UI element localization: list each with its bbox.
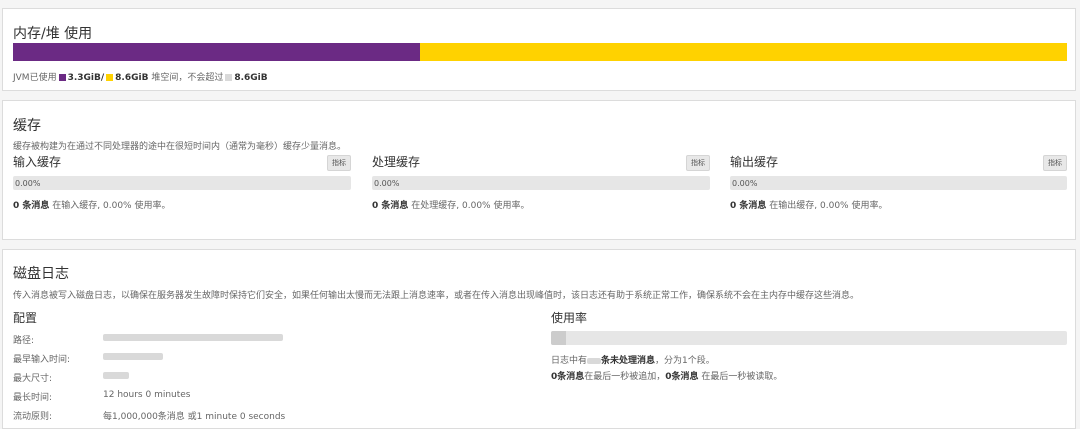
process-cache-bar: 0.00% xyxy=(372,176,710,190)
process-cache-percent: 0.00% xyxy=(374,179,400,188)
process-cache-desc: 在处理缓存, 0.00% 使用率。 xyxy=(411,201,530,211)
journal-usage-line1: 日志中有 条未处理消息，分为1个段。 xyxy=(551,353,715,366)
input-cache-count: 0 条消息 xyxy=(13,201,50,211)
journal-usage-title: 使用率 xyxy=(551,311,588,325)
config-maxsize-value xyxy=(103,371,129,381)
config-flush-value: 每1,000,000条消息 或1 minute 0 seconds xyxy=(103,412,286,422)
cache-title: 缓存 xyxy=(13,118,41,134)
journal-title: 磁盘日志 xyxy=(13,266,69,282)
heap-bar xyxy=(13,43,1067,61)
journal-description: 传入消息被写入磁盘日志，以确保在服务器发生故障时保持它们安全，如果任何输出太慢而… xyxy=(13,291,860,301)
process-cache-metrics-button[interactable]: 指标 xyxy=(686,155,710,171)
output-cache-desc: 在输出缓存, 0.00% 使用率。 xyxy=(769,201,888,211)
redacted-path xyxy=(103,334,283,341)
redacted-count xyxy=(587,357,602,364)
legend-prefix: JVM已使用 xyxy=(13,73,57,83)
input-cache-metrics-button[interactable]: 指标 xyxy=(327,155,351,171)
output-cache-status: 0 条消息 在输出缓存, 0.00% 使用率。 xyxy=(730,198,887,211)
input-cache-percent: 0.00% xyxy=(15,179,41,188)
output-cache-percent: 0.00% xyxy=(732,179,758,188)
usage-appended-count: 0条消息 xyxy=(551,372,585,382)
usage-line1-prefix: 日志中有 xyxy=(551,356,588,366)
cache-description: 缓存被构建为在通过不同处理器的途中在很短时间内（通常为毫秒）缓存少量消息。 xyxy=(13,142,347,152)
redacted-size xyxy=(103,372,129,379)
used-color-swatch xyxy=(58,73,66,81)
config-earliest-label: 最早输入时间: xyxy=(13,355,71,365)
legend-heap-text: 堆空间，不会超过 xyxy=(151,73,224,83)
heap-color-swatch xyxy=(106,73,114,81)
input-cache-bar: 0.00% xyxy=(13,176,351,190)
used-memory-fill xyxy=(13,43,420,61)
output-cache-title: 输出缓存 xyxy=(730,155,779,169)
memory-legend: JVM已使用 3.3GiB/8.6GiB 堆空间，不会超过 8.6GiB xyxy=(13,70,268,83)
input-cache-status: 0 条消息 在输入缓存, 0.00% 使用率。 xyxy=(13,198,170,211)
usage-read-text: 在最后一秒被读取。 xyxy=(698,372,783,382)
config-path-value xyxy=(103,333,283,343)
cache-panel: 缓存 缓存被构建为在通过不同处理器的途中在很短时间内（通常为毫秒）缓存少量消息。… xyxy=(2,100,1076,240)
process-cache-title: 处理缓存 xyxy=(372,155,421,169)
config-maxage-label: 最长时间: xyxy=(13,393,53,403)
journal-usage-bar xyxy=(551,331,1067,345)
legend-limit-value: 8.6GiB xyxy=(234,73,268,83)
process-cache-count: 0 条消息 xyxy=(372,201,409,211)
memory-panel: 内存/堆 使用 JVM已使用 3.3GiB/8.6GiB 堆空间，不会超过 8.6G… xyxy=(2,8,1076,91)
input-cache-desc: 在输入缓存, 0.00% 使用率。 xyxy=(52,201,171,211)
process-cache-status: 0 条消息 在处理缓存, 0.00% 使用率。 xyxy=(372,198,529,211)
output-cache-metrics-button[interactable]: 指标 xyxy=(1043,155,1067,171)
legend-used-value: 3.3GiB xyxy=(67,73,101,83)
memory-title: 内存/堆 使用 xyxy=(13,26,93,42)
limit-color-swatch xyxy=(225,73,233,81)
redacted-time xyxy=(103,353,163,360)
journal-config-title: 配置 xyxy=(13,311,38,325)
input-cache-title: 输入缓存 xyxy=(13,155,62,169)
usage-unprocessed-label: 条未处理消息 xyxy=(601,356,656,366)
journal-usage-line2: 0条消息在最后一秒被追加，0条消息 在最后一秒被读取。 xyxy=(551,369,782,382)
usage-segments-text: ，分为1个段。 xyxy=(655,356,715,366)
legend-separator: / xyxy=(100,73,105,83)
output-cache-count: 0 条消息 xyxy=(730,201,767,211)
config-earliest-value xyxy=(103,352,163,362)
usage-appended-text: 在最后一秒被追加， xyxy=(584,372,666,382)
output-cache-bar: 0.00% xyxy=(730,176,1067,190)
config-maxage-value: 12 hours 0 minutes xyxy=(103,390,191,400)
config-path-label: 路径: xyxy=(13,336,35,346)
usage-read-count: 0条消息 xyxy=(665,372,699,382)
journal-usage-fill xyxy=(551,331,567,345)
config-flush-label: 流动原则: xyxy=(13,412,53,422)
config-maxsize-label: 最大尺寸: xyxy=(13,374,53,384)
legend-heap-value: 8.6GiB xyxy=(115,73,149,83)
journal-panel: 磁盘日志 传入消息被写入磁盘日志，以确保在服务器发生故障时保持它们安全，如果任何… xyxy=(2,249,1076,429)
